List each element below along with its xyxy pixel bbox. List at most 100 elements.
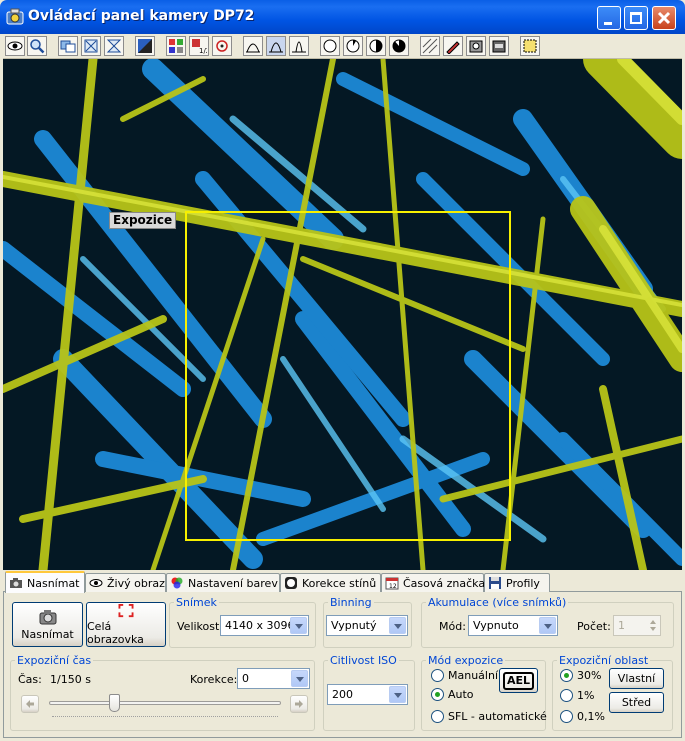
- exposure-mode-manual-radio[interactable]: [431, 669, 444, 682]
- exposure-time-group: Expoziční čas: [10, 654, 315, 731]
- snapshot-compare-icon[interactable]: [58, 36, 78, 56]
- maximize-button[interactable]: [624, 6, 648, 30]
- contrast-low-icon[interactable]: [243, 36, 263, 56]
- floppy-icon: [489, 577, 501, 589]
- spinner-arrows-icon[interactable]: [648, 618, 658, 633]
- contrast-mid-icon[interactable]: [266, 36, 286, 56]
- slider-left-button[interactable]: [21, 695, 39, 713]
- minimize-button[interactable]: [597, 6, 621, 30]
- contrast-high-icon[interactable]: [289, 36, 309, 56]
- exposure-slider-track[interactable]: [49, 701, 281, 705]
- tab-timestamp[interactable]: 12 Časová značka: [381, 573, 486, 592]
- fullscreen-icon: [118, 603, 134, 618]
- capture-button[interactable]: Nasnímat: [12, 602, 83, 647]
- circle-empty-icon[interactable]: [320, 36, 340, 56]
- shading-icon: [285, 577, 297, 589]
- color-gradient-icon[interactable]: [135, 36, 155, 56]
- iso-select[interactable]: 200: [327, 684, 408, 705]
- fit-icon[interactable]: [81, 36, 101, 56]
- pen-hatch-icon[interactable]: [420, 36, 440, 56]
- eye-icon[interactable]: [5, 36, 25, 56]
- accumulation-mode-value: Vypnuto: [473, 619, 519, 632]
- correction-select[interactable]: 0: [237, 668, 310, 689]
- calendar-icon: 12: [385, 577, 399, 590]
- iso-value: 200: [332, 688, 353, 701]
- exposure-area-1-radio[interactable]: [560, 689, 573, 702]
- circle-full-icon[interactable]: [389, 36, 409, 56]
- frame-legend: Snímek: [176, 596, 217, 609]
- exposure-frame[interactable]: [185, 211, 511, 541]
- zoom-icon[interactable]: [27, 36, 47, 56]
- chevron-down-icon[interactable]: [539, 617, 556, 634]
- circle-quarter-icon[interactable]: [343, 36, 363, 56]
- tab-live-view[interactable]: Živý obraz: [85, 573, 166, 592]
- capture-panel: Nasnímat Celá obrazovka Snímek Velikost:…: [3, 592, 682, 738]
- circle-half-icon[interactable]: [366, 36, 386, 56]
- correction-value: 0: [242, 672, 249, 685]
- exposure-mode-sfl-radio[interactable]: [431, 710, 444, 723]
- flip-icon[interactable]: [104, 36, 124, 56]
- tab-label: Nastavení barev: [188, 576, 278, 590]
- custom-area-button[interactable]: Vlastní: [609, 668, 664, 689]
- manual-label: Manuální: [448, 669, 498, 682]
- iso-legend: Citlivost ISO: [330, 654, 397, 667]
- toolbar: 1/2: [3, 34, 682, 59]
- ael-button[interactable]: AEL: [499, 668, 538, 693]
- tab-bar: Nasnímat Živý obraz Nastavení barev Kore…: [3, 571, 682, 593]
- tab-label: Korekce stínů: [302, 576, 377, 590]
- slider-ticks: [52, 716, 278, 719]
- svg-text:12: 12: [389, 583, 397, 590]
- area-30-label: 30%: [577, 669, 602, 682]
- chevron-down-icon[interactable]: [389, 686, 406, 703]
- tab-capture[interactable]: Nasnímat: [5, 571, 85, 593]
- chevron-down-icon[interactable]: [290, 617, 307, 634]
- fullscreen-button[interactable]: Celá obrazovka: [86, 602, 166, 647]
- exposure-area-30-radio[interactable]: [560, 669, 573, 682]
- capture-label: Nasnímat: [21, 628, 74, 641]
- count-spinner[interactable]: 1: [613, 615, 661, 636]
- frame-size-value: 4140 x 3096: [225, 619, 295, 632]
- tab-label: Časová značka: [403, 576, 486, 590]
- pen-icon[interactable]: [443, 36, 463, 56]
- window-title: Ovládací panel kamery DP72: [28, 8, 255, 24]
- count-label: Počet:: [577, 620, 611, 633]
- camera-settings-icon[interactable]: [466, 36, 486, 56]
- ael-label: AEL: [502, 671, 535, 690]
- slider-right-button[interactable]: [290, 695, 308, 713]
- accumulation-mode-select[interactable]: Vypnuto: [468, 615, 558, 636]
- fullscreen-label: Celá obrazovka: [87, 620, 144, 646]
- tab-profiles[interactable]: Profily: [484, 573, 550, 592]
- exposure-slider-thumb[interactable]: [109, 694, 120, 712]
- live-view[interactable]: Expozice: [3, 59, 682, 570]
- chevron-down-icon[interactable]: [291, 670, 308, 687]
- title-bar[interactable]: Ovládací panel kamery DP72: [0, 0, 685, 34]
- exposure-area-legend: Expoziční oblast: [559, 654, 649, 667]
- chevron-down-icon[interactable]: [389, 617, 406, 634]
- exposure-mode-auto-radio[interactable]: [431, 688, 444, 701]
- frame-size-select[interactable]: 4140 x 3096: [220, 615, 309, 636]
- eye-icon: [89, 579, 103, 587]
- center-area-label: Střed: [621, 696, 652, 709]
- camera-record-icon[interactable]: [489, 36, 509, 56]
- svg-text:1/2: 1/2: [199, 47, 207, 54]
- tab-label: Nasnímat: [27, 576, 80, 590]
- exposure-area-01-radio[interactable]: [560, 710, 573, 723]
- close-button[interactable]: [652, 6, 676, 30]
- selection-icon[interactable]: [520, 36, 540, 56]
- count-value: 1: [618, 619, 625, 632]
- area-1-label: 1%: [577, 689, 595, 702]
- custom-area-label: Vlastní: [617, 672, 656, 685]
- center-area-button[interactable]: Střed: [609, 692, 664, 713]
- rgb-circles-icon: [171, 577, 183, 589]
- time-value: 1/150 s: [50, 673, 91, 686]
- binning-select[interactable]: Vypnutý: [326, 615, 408, 636]
- resolution-1-2-icon[interactable]: 1/2: [189, 36, 209, 56]
- frame-grid-icon[interactable]: [166, 36, 186, 56]
- target-icon[interactable]: [212, 36, 232, 56]
- tab-color-settings[interactable]: Nastavení barev: [166, 573, 280, 592]
- sfl-label: SFL - automatické: [448, 710, 547, 723]
- minimize-icon: [604, 22, 612, 25]
- maximize-icon: [630, 12, 642, 24]
- tab-shading-correction[interactable]: Korekce stínů: [280, 573, 381, 592]
- correction-label: Korekce:: [190, 673, 238, 686]
